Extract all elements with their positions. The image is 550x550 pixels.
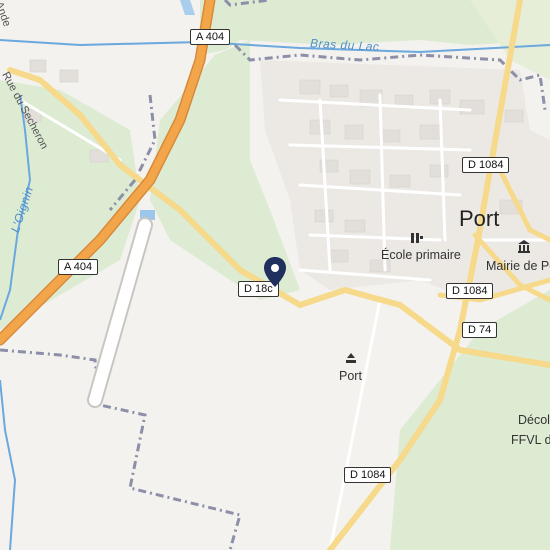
townhall-icon[interactable]: [517, 240, 531, 258]
road-shield-d74: D 74: [462, 322, 498, 338]
poi-label-port[interactable]: Port: [339, 369, 362, 383]
location-pin-icon[interactable]: [263, 257, 287, 292]
school-icon[interactable]: [410, 231, 424, 249]
poi-label-paragliding-2[interactable]: FFVL d: [511, 433, 550, 447]
town-label-port[interactable]: Port: [459, 206, 499, 232]
road-shield-a404-west: A 404: [58, 259, 99, 275]
poi-label-paragliding-1[interactable]: Décol: [518, 413, 550, 427]
poi-label-townhall[interactable]: Mairie de Po: [486, 259, 550, 273]
road-shield-d1084-mid: D 1084: [446, 283, 494, 299]
poi-label-school[interactable]: École primaire: [381, 248, 461, 262]
boat-icon[interactable]: [345, 351, 357, 369]
map-canvas[interactable]: A 404 A 404 D 1084 D 1084 D 1084 D 74 D …: [0, 0, 550, 550]
road-shield-a404-north: A 404: [190, 29, 231, 45]
road-shield-d1084-south: D 1084: [344, 467, 392, 483]
road-shield-d1084-town: D 1084: [462, 157, 510, 173]
